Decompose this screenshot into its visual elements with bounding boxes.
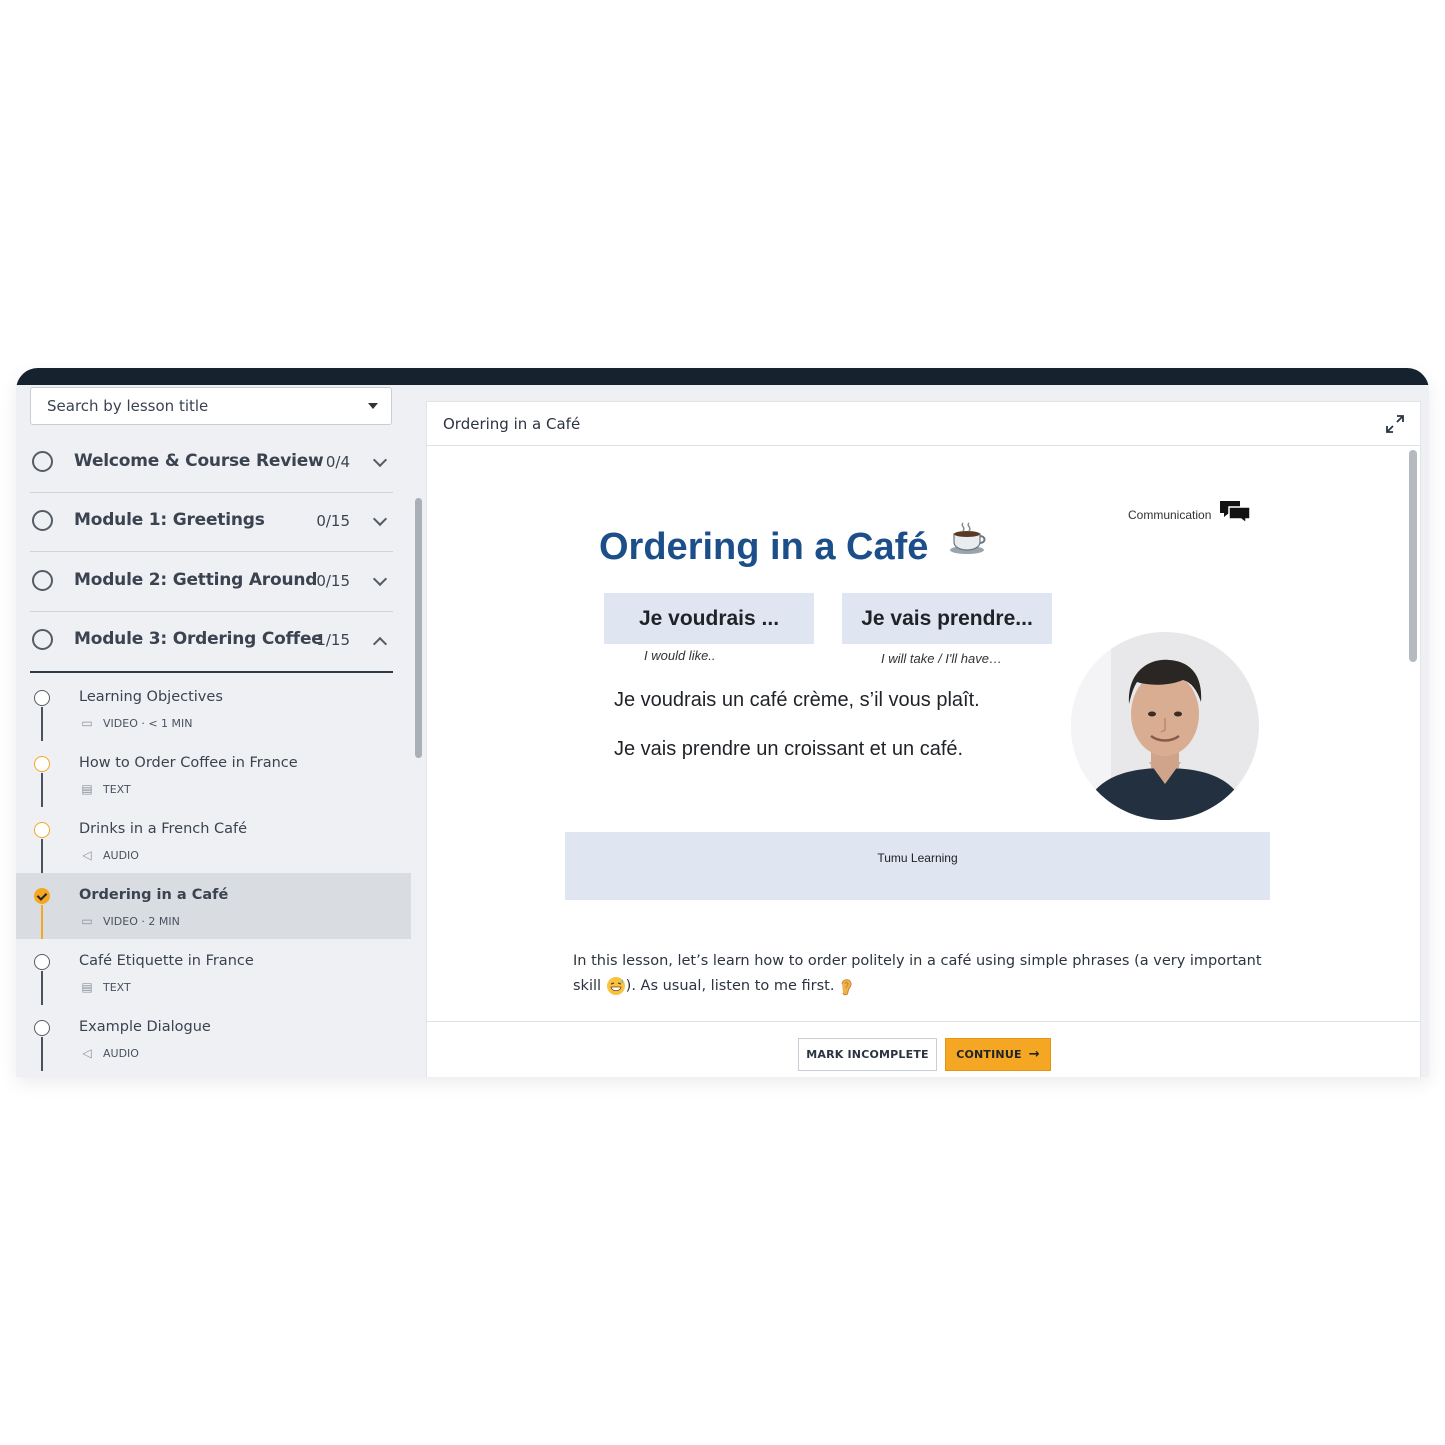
module-ordering-coffee[interactable]: Module 3: Ordering Coffee 1/15 [30,612,393,673]
lesson-item[interactable]: Café Etiquette in France ▤ TEXT [16,939,411,1005]
video-slide[interactable]: Communication Ordering in a Café Je voud… [565,486,1270,901]
grinning-sweat-emoji-icon [606,977,625,995]
module-welcome[interactable]: Welcome & Course Review 0/4 [30,434,393,493]
video-icon: ▭ [81,716,93,730]
module-title: Module 3: Ordering Coffee [74,629,323,649]
lesson-meta: ▭ VIDEO · < 1 MIN [79,716,193,730]
chevron-down-icon[interactable] [372,452,388,468]
status-circle-icon [34,756,50,772]
progress-ring-icon [32,510,53,531]
video-icon: ▭ [81,914,93,928]
continue-label: CONTINUE [956,1048,1022,1061]
lesson-meta-text: VIDEO · < 1 MIN [103,717,193,730]
top-bar [16,368,1429,385]
instructor-avatar [1071,632,1259,820]
module-title: Module 2: Getting Around [74,570,318,590]
slide-title: Ordering in a Café [599,526,929,568]
lesson-meta: ◁ AUDIO [79,1046,139,1060]
phrase-box: Je vais prendre... [842,593,1052,644]
lesson-meta-text: TEXT [103,981,131,994]
lesson-scroll-area[interactable]: Communication Ordering in a Café Je voud… [427,446,1407,1021]
phrase-box: Je voudrais ... [604,593,814,644]
lesson-search[interactable] [30,387,392,425]
chevron-up-icon[interactable] [372,636,388,652]
expand-icon[interactable] [1386,415,1404,433]
lesson-meta-text: TEXT [103,783,131,796]
progress-ring-icon [32,570,53,591]
status-circle-icon [34,690,50,706]
brand-name: Tumu Learning [877,851,958,865]
lesson-meta-text: AUDIO [103,1047,139,1060]
timeline-connector [41,773,43,807]
module-progress-count: 0/15 [316,512,350,530]
audio-icon: ◁ [82,848,92,862]
lesson-title: How to Order Coffee in France [79,755,298,771]
phrase-translation: I would like.. [644,648,716,663]
lesson-header-title: Ordering in a Café [443,415,581,433]
coffee-cup-icon [950,522,986,554]
mark-incomplete-label: MARK INCOMPLETE [806,1048,929,1061]
lesson-description: In this lesson, let’s learn how to order… [573,949,1273,999]
timeline-connector [41,839,43,873]
lesson-item[interactable]: Example Dialogue ◁ AUDIO [16,1005,411,1071]
sidebar-scrollbar[interactable] [415,498,422,758]
lesson-item[interactable]: How to Order Coffee in France ▤ TEXT [16,741,411,807]
lesson-meta-text: AUDIO [103,849,139,862]
lesson-content-panel: Ordering in a Café Communication Orderin… [426,401,1421,1077]
timeline-connector [41,905,43,939]
checkmark-circle-icon [34,888,50,904]
continue-button[interactable]: CONTINUE → [945,1038,1051,1071]
lesson-title: Café Etiquette in France [79,953,254,969]
search-input[interactable] [31,388,347,424]
slide-category-label: Communication [1128,508,1212,522]
progress-ring-icon [32,451,53,472]
lesson-meta-text: VIDEO · 2 MIN [103,915,180,928]
phrase-translation: I will take / I'll have… [881,651,1002,666]
progress-ring-icon [32,629,53,650]
timeline-connector [41,1037,43,1071]
timeline-connector [41,707,43,741]
content-scrollbar[interactable] [1409,450,1417,662]
module-greetings[interactable]: Module 1: Greetings 0/15 [30,493,393,552]
lesson-item[interactable]: Drinks in a French Café ◁ AUDIO [16,807,411,873]
example-sentence: Je vais prendre un croissant et un café. [614,738,964,760]
lesson-title: Ordering in a Café [79,887,229,903]
timeline-connector [41,971,43,1005]
chevron-down-icon[interactable] [372,511,388,527]
module-progress-count: 0/15 [316,572,350,590]
lesson-sidebar: Welcome & Course Review 0/4 Module 1: Gr… [16,385,411,1077]
module-progress-count: 1/15 [316,631,350,649]
text-icon: ▤ [81,980,93,994]
caret-down-icon[interactable] [368,403,378,409]
module-progress-count: 0/4 [325,453,350,471]
lesson-meta: ▤ TEXT [79,782,131,796]
status-circle-icon [34,1020,50,1036]
chevron-down-icon[interactable] [372,571,388,587]
course-player-window: Welcome & Course Review 0/4 Module 1: Gr… [16,368,1429,1077]
lesson-meta: ◁ AUDIO [79,848,139,862]
lesson-title: Drinks in a French Café [79,821,248,837]
example-sentence: Je voudrais un café crème, s’il vous pla… [614,689,980,711]
brand-banner: Tumu Learning [565,832,1270,900]
audio-icon: ◁ [82,1046,92,1060]
ear-emoji-icon [841,979,852,996]
lesson-meta: ▤ TEXT [79,980,131,994]
lesson-item-active[interactable]: Ordering in a Café ▭ VIDEO · 2 MIN [16,873,411,939]
arrow-right-icon: → [1028,1047,1040,1062]
module-getting-around[interactable]: Module 2: Getting Around 0/15 [30,553,393,612]
module-title: Welcome & Course Review [74,451,324,471]
speech-bubbles-icon [1220,501,1251,525]
lesson-meta: ▭ VIDEO · 2 MIN [79,914,180,928]
lesson-title: Example Dialogue [79,1019,211,1035]
lesson-header: Ordering in a Café [427,402,1420,446]
module-title: Module 1: Greetings [74,510,265,530]
description-text: ). As usual, listen to me first. [625,978,840,994]
status-circle-icon [34,954,50,970]
lesson-title: Learning Objectives [79,689,223,705]
lesson-footer: MARK INCOMPLETE CONTINUE → [427,1021,1420,1077]
lesson-item[interactable]: Learning Objectives ▭ VIDEO · < 1 MIN [16,675,411,741]
status-circle-icon [34,822,50,838]
text-icon: ▤ [81,782,93,796]
mark-incomplete-button[interactable]: MARK INCOMPLETE [798,1038,937,1071]
